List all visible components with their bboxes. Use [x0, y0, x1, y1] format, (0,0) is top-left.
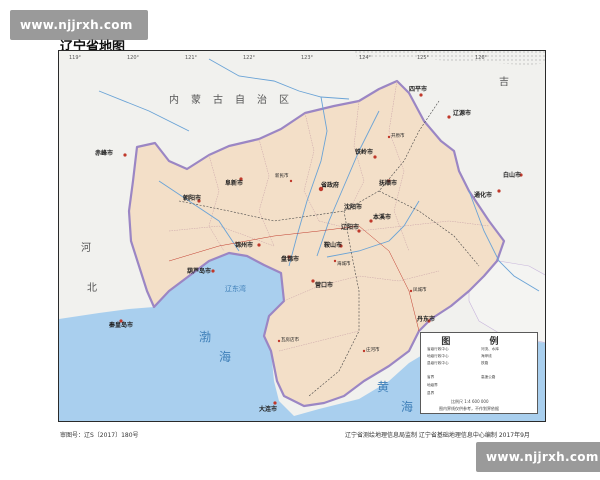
- legend-item-6: 地级界: [427, 383, 438, 387]
- lon-123: 123°: [301, 55, 314, 61]
- label-hebei-he: 河: [81, 242, 91, 254]
- city-chifeng: 赤峰市: [95, 149, 113, 157]
- city-fushun: 抚顺市: [379, 179, 397, 187]
- city-fuxin: 阜新市: [225, 179, 243, 187]
- city-kaiyuan: 开原市: [391, 132, 405, 139]
- city-siping: 四平市: [409, 85, 427, 93]
- legend-item-0: 省级行政中心: [427, 347, 449, 351]
- label-inner-mongolia: 内蒙古自治区: [169, 93, 301, 106]
- lon-121: 121°: [185, 55, 198, 61]
- city-dalian: 大连市: [259, 405, 277, 413]
- city-tieling: 铁岭市: [355, 148, 373, 156]
- watermark-bottom: www.njjrxh.com: [476, 442, 600, 472]
- lon-125: 125°: [417, 55, 430, 61]
- label-yellow-sea-hai: 海: [401, 399, 413, 414]
- legend-scale: 比例尺 1:4 600 000: [451, 399, 489, 404]
- label-hebei-bei: 北: [87, 282, 97, 294]
- city-liaoyang: 辽阳市: [341, 223, 359, 231]
- lon-120: 120°: [127, 55, 140, 61]
- label-bohai-bo: 渤: [199, 330, 211, 344]
- legend-item-8: 铁路: [481, 361, 489, 365]
- label-liaodong-bay: 辽东湾: [225, 284, 246, 293]
- lon-122: 122°: [243, 55, 256, 61]
- legend-item-7: 县界: [427, 391, 435, 395]
- footer-left: 审图号：辽S〔2017〕180号: [60, 432, 139, 439]
- city-panjin: 盘锦市: [281, 255, 299, 263]
- legend-item-5: 省界: [427, 375, 435, 379]
- legend-note: 图内界线仅供参考，不作划界依据: [439, 406, 499, 411]
- city-yingkou: 营口市: [315, 281, 333, 289]
- city-tonghua: 通化市: [474, 191, 492, 199]
- city-anshan: 鞍山市: [324, 241, 342, 249]
- label-jilin: 吉: [499, 76, 509, 88]
- city-huludao: 葫芦岛市: [187, 267, 211, 275]
- city-zhuanghe: 庄河市: [366, 346, 380, 353]
- city-xinmin: 新民市: [275, 172, 289, 179]
- city-chaoyang: 朝阳市: [183, 194, 201, 202]
- city-wafangdian: 瓦房店市: [281, 336, 299, 343]
- legend-title: 图 例: [441, 337, 517, 347]
- legend-item-2: 县级行政中心: [427, 361, 449, 365]
- legend-item-1: 地级行政中心: [427, 354, 449, 358]
- label-bohai-hai: 海: [219, 349, 231, 364]
- city-fengcheng: 凤城市: [413, 286, 427, 293]
- city-baishan: 白山市: [503, 171, 521, 179]
- lon-124: 124°: [359, 55, 372, 61]
- map-legend: 图 例 省级行政中心 河流、水库 地级行政中心 海岸线 县级行政中心 铁路 省界…: [420, 332, 538, 414]
- lon-119: 119°: [69, 55, 82, 61]
- city-liaoyuan: 辽源市: [453, 109, 471, 117]
- legend-item-3: 河流、水库: [481, 347, 499, 351]
- label-yellow-sea-huang: 黄: [377, 380, 389, 394]
- lon-126: 126°: [475, 55, 488, 61]
- footer-right: 辽宁省测绘地理信息局监制 辽宁省基础地理信息中心编制 2017年9月: [345, 432, 530, 439]
- city-jinzhou: 锦州市: [235, 241, 253, 249]
- city-qinhuangdao: 秦皇岛市: [108, 321, 133, 329]
- city-dandong: 丹东市: [417, 315, 435, 323]
- city-shenyang: 沈阳市: [344, 203, 362, 211]
- legend-item-4: 海岸线: [481, 354, 492, 358]
- city-benxi: 本溪市: [373, 213, 391, 221]
- city-shenyang-gov: 省政府: [320, 181, 339, 189]
- city-haicheng: 海城市: [337, 260, 351, 267]
- legend-item-9: 高速公路: [481, 375, 496, 379]
